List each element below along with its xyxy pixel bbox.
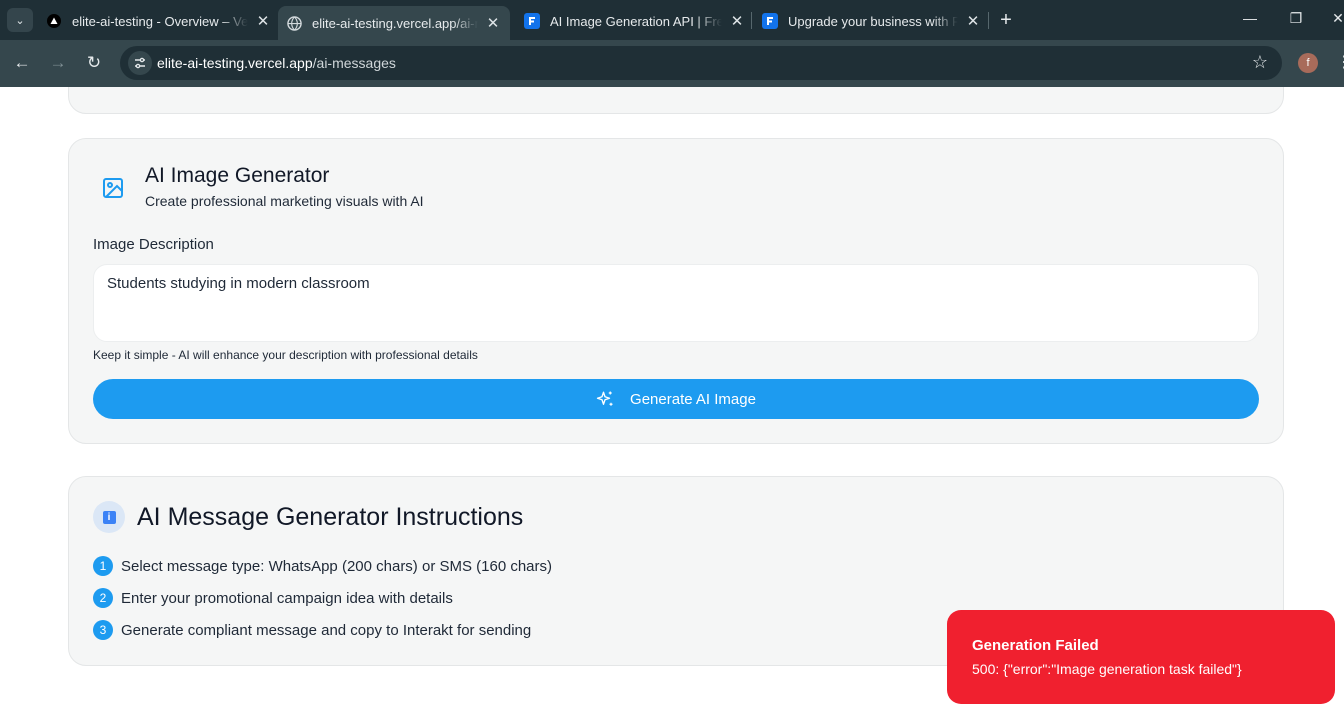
tab-title: elite-ai-testing - Overview – Vercel bbox=[72, 13, 248, 29]
freepik-icon bbox=[762, 13, 778, 29]
instructions-title: AI Message Generator Instructions bbox=[137, 503, 524, 531]
close-tab-icon[interactable]: ✕ bbox=[964, 12, 982, 30]
new-tab-plus-icon[interactable]: + bbox=[996, 10, 1016, 30]
close-tab-icon[interactable]: ✕ bbox=[254, 12, 272, 30]
image-description-hint: Keep it simple - AI will enhance your de… bbox=[93, 348, 478, 362]
step-text: Select message type: WhatsApp (200 chars… bbox=[121, 557, 553, 575]
profile-avatar[interactable]: f bbox=[1298, 53, 1318, 73]
step-text: Generate compliant message and copy to I… bbox=[121, 621, 532, 639]
image-description-input[interactable]: Students studying in modern classroom bbox=[93, 264, 1259, 342]
close-tab-icon[interactable]: ✕ bbox=[484, 14, 502, 32]
bookmark-star-icon[interactable]: ☆ bbox=[1252, 52, 1268, 73]
tab-vercel-overview[interactable]: elite-ai-testing - Overview – Vercel ✕ bbox=[46, 6, 272, 36]
sparkles-icon bbox=[596, 390, 614, 408]
tab-title: Upgrade your business with Freepik bbox=[788, 13, 958, 29]
generate-ai-image-button[interactable]: Generate AI Image bbox=[93, 379, 1259, 419]
tab-divider bbox=[988, 12, 989, 29]
site-info-icon[interactable] bbox=[128, 51, 152, 75]
vercel-triangle-icon bbox=[46, 13, 62, 29]
tab-ai-messages[interactable]: elite-ai-testing.vercel.app/ai-messages … bbox=[278, 6, 510, 40]
browser-tab-strip: ⌄ elite-ai-testing - Overview – Vercel ✕… bbox=[0, 0, 1344, 40]
tab-freepik-api[interactable]: AI Image Generation API | Freepik ✕ bbox=[524, 6, 746, 36]
instruction-step: 3 Generate compliant message and copy to… bbox=[93, 620, 531, 640]
reload-icon[interactable]: ↻ bbox=[83, 52, 105, 74]
step-number: 2 bbox=[93, 588, 113, 608]
window-close-icon[interactable]: ✕ bbox=[1328, 10, 1344, 27]
generate-button-label: Generate AI Image bbox=[630, 390, 756, 408]
browser-toolbar: ← → ↻ elite-ai-testing.vercel.app/ai-mes… bbox=[0, 40, 1344, 87]
globe-icon bbox=[286, 15, 302, 31]
step-text: Enter your promotional campaign idea wit… bbox=[121, 589, 453, 607]
image-generator-title: AI Image Generator bbox=[145, 164, 330, 187]
close-tab-icon[interactable]: ✕ bbox=[728, 12, 746, 30]
error-toast[interactable]: Generation Failed 500: {"error":"Image g… bbox=[947, 610, 1335, 704]
step-number: 3 bbox=[93, 620, 113, 640]
image-generator-subtitle: Create professional marketing visuals wi… bbox=[145, 193, 424, 209]
previous-card bbox=[68, 87, 1284, 114]
menu-kebab-icon[interactable]: ⋮ bbox=[1336, 52, 1344, 72]
tab-freepik-upgrade[interactable]: Upgrade your business with Freepik ✕ bbox=[762, 6, 982, 36]
restore-icon[interactable]: ❐ bbox=[1286, 10, 1306, 27]
tab-divider bbox=[751, 12, 752, 29]
toast-message: 500: {"error":"Image generation task fai… bbox=[972, 661, 1242, 677]
instruction-step: 2 Enter your promotional campaign idea w… bbox=[93, 588, 453, 608]
forward-arrow-icon[interactable]: → bbox=[47, 52, 69, 74]
url-text: elite-ai-testing.vercel.app/ai-messages bbox=[157, 55, 396, 71]
address-bar[interactable]: elite-ai-testing.vercel.app/ai-messages … bbox=[120, 46, 1282, 80]
tab-title: elite-ai-testing.vercel.app/ai-messages bbox=[312, 15, 478, 31]
minimize-icon[interactable]: — bbox=[1240, 10, 1260, 26]
step-number: 1 bbox=[93, 556, 113, 576]
image-generator-card: AI Image Generator Create professional m… bbox=[68, 138, 1284, 444]
image-icon bbox=[101, 176, 125, 200]
instruction-step: 1 Select message type: WhatsApp (200 cha… bbox=[93, 556, 552, 576]
tab-title: AI Image Generation API | Freepik bbox=[550, 13, 722, 29]
chevron-down-icon: ⌄ bbox=[15, 14, 25, 27]
freepik-icon bbox=[524, 13, 540, 29]
image-description-label: Image Description bbox=[93, 236, 214, 253]
tab-search-button[interactable]: ⌄ bbox=[7, 8, 33, 32]
info-icon: i bbox=[93, 501, 125, 533]
back-arrow-icon[interactable]: ← bbox=[11, 52, 33, 74]
toast-title: Generation Failed bbox=[972, 637, 1099, 654]
